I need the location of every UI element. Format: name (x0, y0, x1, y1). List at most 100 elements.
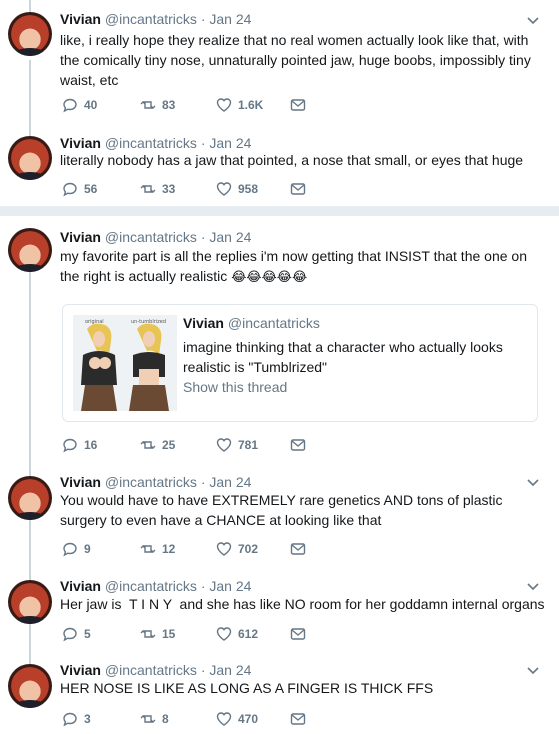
quoted-tweet-text: imagine thinking that a character who ac… (183, 339, 503, 375)
author-handle[interactable]: @incantatricks (105, 135, 197, 151)
tweet-date[interactable]: · Jan 24 (201, 135, 252, 151)
retweet-button[interactable]: 15 (140, 625, 175, 643)
author-handle[interactable]: @incantatricks (105, 474, 197, 490)
envelope-icon (290, 543, 306, 555)
tweet-text: literally nobody has a jaw that pointed,… (60, 152, 524, 168)
message-button[interactable] (290, 180, 306, 198)
chevron-down-icon[interactable] (527, 476, 539, 488)
tweet[interactable]: Vivian @incantatricks · Jan 24 Her jaw i… (0, 570, 559, 654)
quoted-author-name[interactable]: Vivian (183, 315, 224, 331)
reply-count: 56 (84, 182, 98, 196)
retweet-button[interactable]: 83 (140, 96, 175, 114)
like-button[interactable]: 1.6K (216, 96, 263, 114)
retweet-count: 33 (162, 182, 176, 196)
avatar[interactable] (8, 228, 52, 272)
retweet-icon (140, 441, 156, 449)
author-name[interactable]: Vivian (60, 662, 101, 678)
reply-button[interactable]: 16 (62, 436, 97, 454)
avatar[interactable] (8, 580, 52, 624)
tweet[interactable]: Vivian @incantatricks · Jan 24 You would… (0, 466, 559, 570)
reply-icon (63, 542, 77, 557)
like-count: 702 (238, 542, 259, 556)
reply-button[interactable]: 5 (62, 625, 91, 643)
message-button[interactable] (290, 436, 306, 454)
author-name[interactable]: Vivian (60, 229, 101, 245)
reply-count: 9 (84, 542, 91, 556)
reply-icon (63, 98, 77, 113)
like-count: 958 (238, 182, 259, 196)
like-count: 612 (238, 627, 259, 641)
reply-icon (63, 182, 77, 197)
reply-icon (63, 627, 77, 642)
tweet-text: my favorite part is all the replies i'm … (60, 246, 540, 287)
chevron-down-icon[interactable] (527, 14, 539, 26)
author-handle[interactable]: @incantatricks (105, 11, 197, 27)
author-name[interactable]: Vivian (60, 578, 101, 594)
section-divider (0, 206, 559, 216)
retweet-button[interactable]: 12 (140, 540, 175, 558)
author-handle[interactable]: @incantatricks (105, 662, 197, 678)
retweet-button[interactable]: 25 (140, 436, 175, 454)
comparison-image[interactable]: original un-tumblrized (73, 315, 177, 411)
author-name[interactable]: Vivian (60, 474, 101, 490)
reply-button[interactable]: 3 (62, 710, 91, 728)
reply-icon (63, 438, 77, 453)
avatar[interactable] (8, 12, 52, 56)
envelope-icon (290, 183, 306, 195)
retweet-count: 8 (162, 712, 169, 726)
reply-button[interactable]: 40 (62, 96, 97, 114)
message-button[interactable] (290, 710, 306, 728)
retweet-button[interactable]: 8 (140, 710, 169, 728)
tweet-text: like, i really hope they realize that no… (60, 32, 531, 88)
heart-icon (216, 712, 232, 726)
quoted-tweet-card[interactable]: original un-tumblrized Vivian @incantatr… (62, 304, 538, 422)
chevron-down-icon[interactable] (527, 580, 539, 592)
reply-count: 16 (84, 438, 98, 452)
heart-icon (216, 182, 232, 196)
tweet[interactable]: Vivian @incantatricks · Jan 24 like, i r… (0, 0, 559, 130)
heart-icon (216, 438, 232, 452)
like-count: 470 (238, 712, 259, 726)
message-button[interactable] (290, 625, 306, 643)
author-name[interactable]: Vivian (60, 11, 101, 27)
tweet-date[interactable]: · Jan 24 (201, 474, 252, 490)
like-button[interactable]: 702 (216, 540, 258, 558)
tweet-date[interactable]: · Jan 24 (201, 662, 252, 678)
author-handle[interactable]: @incantatricks (105, 229, 197, 245)
tweet-text: Her jaw is T I N Y and she has like NO r… (60, 596, 545, 612)
author-name[interactable]: Vivian (60, 135, 101, 151)
chevron-down-icon[interactable] (527, 664, 539, 676)
quoted-author-handle[interactable]: @incantatricks (228, 315, 320, 331)
heart-icon (216, 627, 232, 641)
avatar[interactable] (8, 136, 52, 180)
retweet-button[interactable]: 33 (140, 180, 175, 198)
retweet-icon (140, 545, 156, 553)
like-button[interactable]: 612 (216, 625, 258, 643)
message-button[interactable] (290, 96, 306, 114)
author-handle[interactable]: @incantatricks (105, 578, 197, 594)
reply-icon (63, 712, 77, 727)
retweet-count: 25 (162, 438, 176, 452)
tweet-text: You would have to have EXTREMELY rare ge… (60, 492, 503, 528)
reply-count: 3 (84, 712, 91, 726)
avatar[interactable] (8, 476, 52, 520)
emoji-row: 😂😂😂😂😂 (231, 269, 308, 284)
like-button[interactable]: 781 (216, 436, 258, 454)
heart-icon (216, 542, 232, 556)
avatar[interactable] (8, 664, 52, 708)
like-button[interactable]: 470 (216, 710, 258, 728)
reply-button[interactable]: 9 (62, 540, 91, 558)
like-count: 781 (238, 438, 259, 452)
reply-button[interactable]: 56 (62, 180, 97, 198)
tweet[interactable]: Vivian @incantatricks · Jan 24 literally… (0, 130, 559, 206)
message-button[interactable] (290, 540, 306, 558)
tweet[interactable]: Vivian @incantatricks · Jan 24 HER NOSE … (0, 654, 559, 734)
tweet-date[interactable]: · Jan 24 (201, 578, 252, 594)
tweet-date[interactable]: · Jan 24 (201, 11, 252, 27)
show-thread-link[interactable]: Show this thread (183, 379, 287, 395)
tweet-date[interactable]: · Jan 24 (201, 229, 252, 245)
character-comparison-image: original un-tumblrized (73, 315, 177, 411)
like-button[interactable]: 958 (216, 180, 258, 198)
tweet-text: HER NOSE IS LIKE AS LONG AS A FINGER IS … (60, 680, 434, 696)
retweet-count: 83 (162, 98, 176, 112)
